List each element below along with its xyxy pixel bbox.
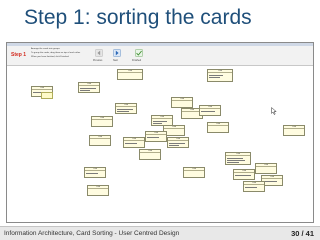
card[interactable]: Card bbox=[87, 185, 109, 196]
card[interactable]: Card bbox=[199, 105, 221, 116]
card[interactable]: Card bbox=[233, 169, 255, 180]
card-text-line bbox=[235, 175, 251, 176]
card-title: Card bbox=[172, 98, 192, 101]
card-title: Card bbox=[124, 138, 144, 141]
card-title: Card bbox=[200, 106, 220, 109]
card-text-line bbox=[169, 145, 179, 146]
card-sorting-canvas[interactable]: Card Card Card Card Card Card Card Card bbox=[7, 67, 313, 222]
card[interactable]: Card bbox=[207, 122, 229, 133]
page-number: 30 / 41 bbox=[291, 229, 314, 238]
card-title: Card bbox=[152, 116, 172, 119]
app-screenshot: Step 1 Arrange the cards into groups To … bbox=[6, 42, 314, 223]
slide-title: Step 1: sorting the cards bbox=[24, 6, 252, 29]
card-title: Card bbox=[208, 70, 232, 73]
card-title: Card bbox=[92, 117, 112, 120]
card-text-line bbox=[227, 158, 243, 159]
footer-bar: Information Architecture, Card Sorting -… bbox=[0, 226, 320, 240]
instruction-line: Arrange the cards into groups bbox=[31, 48, 60, 50]
card-title: Card bbox=[262, 176, 282, 179]
instructions-bar: Step 1 Arrange the cards into groups To … bbox=[7, 46, 313, 66]
card-text-line bbox=[169, 143, 185, 144]
next-button[interactable] bbox=[113, 49, 121, 57]
card[interactable]: Card bbox=[171, 97, 193, 108]
card-title: Card bbox=[79, 83, 99, 86]
card[interactable]: Card bbox=[78, 82, 100, 93]
card[interactable]: Card bbox=[243, 181, 265, 192]
card-title: Card bbox=[184, 168, 204, 171]
instruction-line: When you have finished, click Finished bbox=[31, 56, 69, 58]
card-text-line bbox=[227, 162, 239, 163]
footer-text: Information Architecture, Card Sorting -… bbox=[4, 230, 180, 237]
card-text-line bbox=[263, 181, 277, 182]
step-label: Step 1 bbox=[11, 52, 27, 58]
card-title: Card bbox=[88, 186, 108, 189]
card[interactable]: Card bbox=[283, 125, 305, 136]
card[interactable]: Card bbox=[225, 152, 251, 165]
next-button-label: Next bbox=[113, 59, 118, 62]
card-text-line bbox=[86, 173, 98, 174]
card-text-line bbox=[117, 111, 129, 112]
card-title: Card bbox=[118, 70, 142, 73]
card[interactable]: Card bbox=[84, 167, 106, 178]
card[interactable]: Card bbox=[139, 149, 161, 160]
card[interactable]: Card bbox=[207, 69, 233, 82]
finished-button-label: Finished bbox=[132, 59, 142, 62]
card-title: Card bbox=[284, 126, 304, 129]
previous-button-label: Previous bbox=[93, 59, 103, 62]
card[interactable]: Card bbox=[117, 69, 143, 80]
card[interactable]: Card bbox=[145, 131, 167, 142]
instruction-line: To group the cards, drag them on top of … bbox=[31, 52, 81, 54]
card-title: Card bbox=[208, 123, 228, 126]
card-title: Card bbox=[244, 182, 264, 185]
card-text-line bbox=[80, 88, 96, 89]
card-title: Card bbox=[168, 138, 188, 141]
card[interactable]: Card bbox=[123, 137, 145, 148]
card-text-line bbox=[125, 143, 137, 144]
card-text-line bbox=[245, 187, 257, 188]
card-title: Card bbox=[256, 164, 276, 167]
mouse-cursor-icon bbox=[271, 107, 277, 115]
card[interactable]: Card bbox=[255, 163, 277, 174]
previous-button[interactable] bbox=[95, 49, 103, 57]
card-text-line bbox=[153, 121, 167, 122]
card-title: Card bbox=[226, 153, 250, 156]
card[interactable]: Card bbox=[91, 116, 113, 127]
finished-button[interactable] bbox=[135, 49, 143, 57]
card[interactable]: Card bbox=[115, 103, 137, 114]
card[interactable]: Card bbox=[183, 167, 205, 178]
card-title: Card bbox=[116, 104, 136, 107]
card-text-line bbox=[209, 77, 220, 78]
card-text-line bbox=[153, 123, 162, 124]
card-text-line bbox=[201, 111, 215, 112]
card-title: Card bbox=[85, 168, 105, 171]
card-title: Card bbox=[90, 136, 110, 139]
card-title: Card bbox=[146, 132, 166, 135]
card[interactable]: Card bbox=[89, 135, 111, 146]
card-text-line bbox=[209, 75, 223, 76]
card[interactable]: Card bbox=[167, 137, 189, 148]
card-title: Card bbox=[140, 150, 160, 153]
card-text-line bbox=[117, 109, 133, 110]
card-text-line bbox=[227, 160, 245, 161]
card-title: Card bbox=[234, 170, 254, 173]
card-text-line bbox=[80, 90, 90, 91]
sticky-note[interactable] bbox=[41, 92, 53, 99]
card-text-line bbox=[147, 137, 159, 138]
card-title: Card bbox=[32, 87, 52, 90]
card-title: Card bbox=[164, 126, 184, 129]
